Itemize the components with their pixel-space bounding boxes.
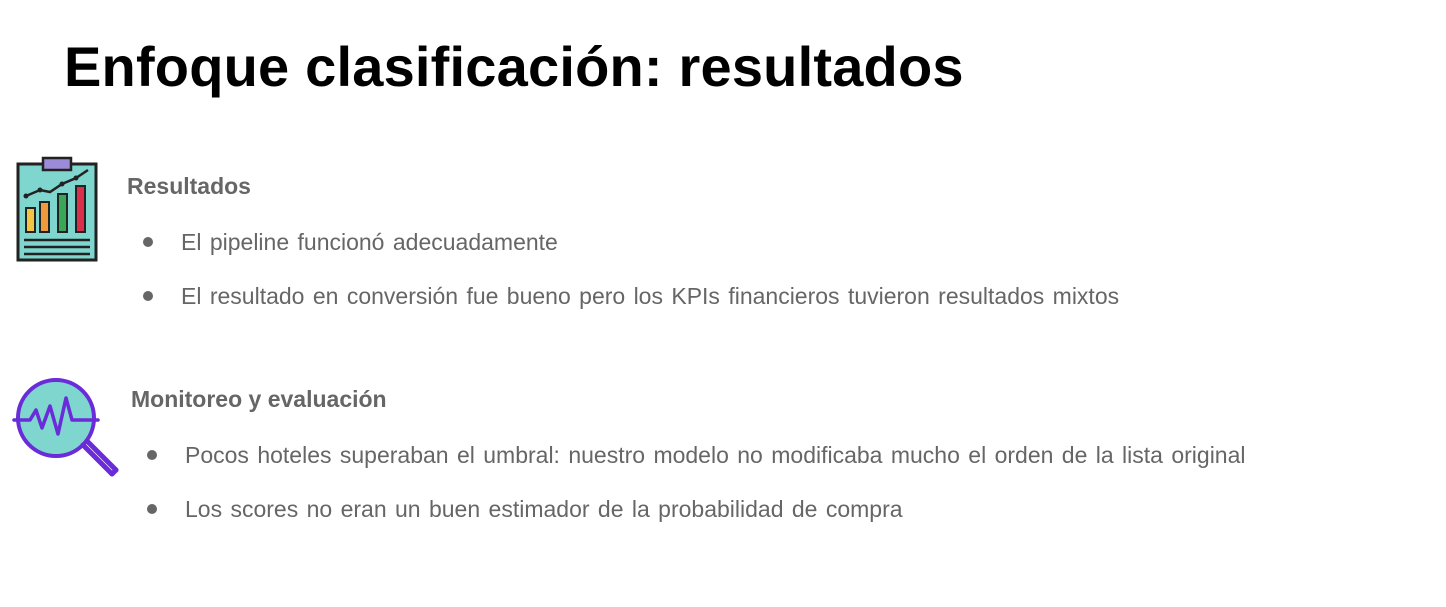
bullet-dot: [147, 504, 157, 514]
magnifier-pulse-icon: [12, 376, 124, 482]
bullet-text: El pipeline funcionó adecuadamente: [181, 229, 558, 255]
bullet-dot: [147, 450, 157, 460]
bullet-text: El resultado en conversión fue bueno per…: [181, 283, 1120, 309]
bullet-text: Los scores no eran un buen estimador de …: [185, 496, 903, 522]
bullet-list-monitoreo: Pocos hoteles superaban el umbral: nuest…: [147, 441, 1246, 549]
list-item: Pocos hoteles superaban el umbral: nuest…: [147, 441, 1246, 495]
report-chart-icon: [14, 156, 100, 262]
section-heading-resultados: Resultados: [127, 173, 251, 199]
bullet-dot: [143, 291, 153, 301]
list-item: El pipeline funcionó adecuadamente: [143, 228, 1119, 282]
list-item: El resultado en conversión fue bueno per…: [143, 282, 1119, 336]
slide-title: Enfoque clasificación: resultados: [64, 35, 964, 98]
bullet-list-resultados: El pipeline funcionó adecuadamente El re…: [143, 228, 1119, 336]
bullet-dot: [143, 237, 153, 247]
bullet-text: Pocos hoteles superaban el umbral: nuest…: [185, 442, 1246, 468]
section-heading-monitoreo: Monitoreo y evaluación: [131, 386, 387, 412]
list-item: Los scores no eran un buen estimador de …: [147, 495, 1246, 549]
